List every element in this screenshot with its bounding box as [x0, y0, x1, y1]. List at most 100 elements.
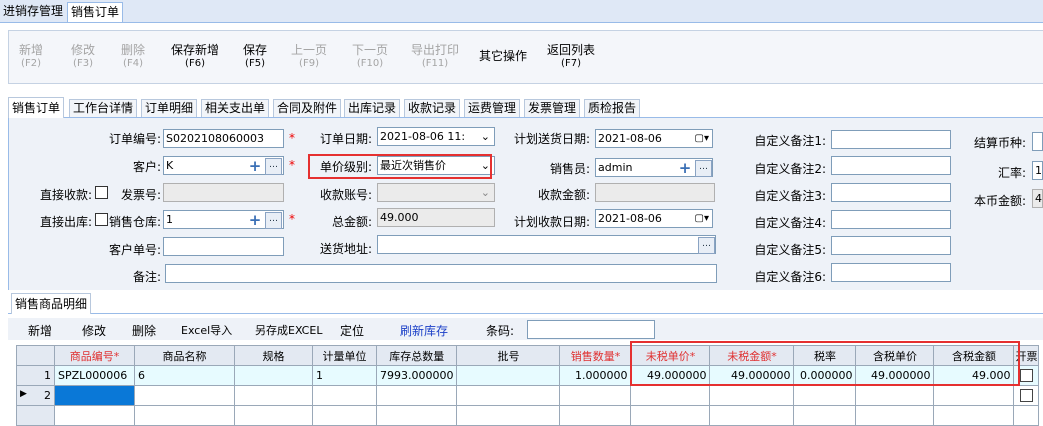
cell-spec[interactable] — [234, 385, 313, 406]
browse-warehouse-icon[interactable]: … — [265, 212, 282, 229]
header-code[interactable]: 商品编号* — [54, 345, 135, 366]
invoice-checkbox[interactable] — [1019, 369, 1033, 382]
cell-code[interactable] — [54, 385, 135, 406]
tab-sales-order[interactable]: 销售订单 — [67, 2, 124, 22]
tab-invoice[interactable]: 发票管理 — [524, 99, 581, 117]
tab-receipts[interactable]: 收款记录 — [404, 99, 461, 117]
add-warehouse-icon[interactable]: + — [248, 212, 262, 228]
browse-address-icon[interactable]: … — [698, 237, 715, 254]
save-button[interactable]: 保存 (F5) — [243, 43, 267, 71]
cell-batch[interactable] — [456, 365, 561, 386]
cell-tax-amount[interactable] — [933, 385, 1015, 406]
header-name[interactable]: 商品名称 — [134, 345, 235, 366]
grid-edit-button[interactable]: 修改 — [82, 322, 106, 339]
rate-input[interactable]: 1. — [1032, 161, 1043, 180]
cell-code[interactable]: SPZL000006 — [54, 365, 135, 386]
tab-contract[interactable]: 合同及附件 — [273, 99, 342, 117]
cell-batch[interactable] — [456, 385, 561, 406]
add-customer-icon[interactable]: + — [248, 158, 262, 174]
add-salesman-icon[interactable]: + — [678, 160, 692, 176]
cell-stock[interactable] — [375, 385, 458, 406]
header-batch[interactable]: 批号 — [456, 345, 561, 366]
tab-workbench[interactable]: 工作台详情 — [69, 99, 138, 117]
save-and-new-button[interactable]: 保存新增 (F6) — [171, 43, 219, 71]
current-row-icon: ▶ — [20, 389, 27, 399]
cell-tax[interactable] — [793, 385, 857, 406]
grid-add-button[interactable]: 新增 — [28, 322, 52, 339]
tab-outbound[interactable]: 出库记录 — [344, 99, 401, 117]
other-actions-button[interactable]: 其它操作 — [479, 49, 527, 63]
order-date-label: 订单日期: — [319, 132, 372, 146]
edit-button[interactable]: 修改 (F3) — [71, 43, 95, 71]
cell-spec[interactable] — [234, 365, 313, 386]
chevron-down-icon[interactable]: ⌄ — [481, 128, 490, 145]
tab-freight[interactable]: 运费管理 — [464, 99, 521, 117]
refresh-stock-button[interactable]: 刷新库存 — [400, 322, 448, 339]
address-input[interactable] — [377, 235, 716, 254]
order-date-input[interactable]: 2021-08-06 11: ⌄ — [377, 127, 495, 146]
chevron-down-icon[interactable]: ⌄ — [481, 184, 490, 201]
barcode-input[interactable] — [527, 320, 655, 339]
currency-input[interactable] — [1032, 132, 1043, 151]
plan-receive-date-input[interactable]: 2021-08-06 ▢▾ — [595, 209, 713, 228]
cell-unit[interactable]: 1 — [312, 365, 377, 386]
export-print-button[interactable]: 导出打印 (F11) — [411, 43, 459, 71]
blank-cell — [312, 405, 377, 426]
back-to-list-button[interactable]: 返回列表 (F7) — [547, 43, 595, 71]
grid-header-corner — [16, 345, 55, 366]
order-no-input[interactable]: S0202108060003 — [163, 129, 284, 148]
excel-import-button[interactable]: Excel导入 — [181, 322, 232, 338]
plan-ship-date-input[interactable]: 2021-08-06 ▢▾ — [595, 129, 713, 148]
custom-remark-1-input[interactable] — [831, 130, 951, 149]
save-excel-button[interactable]: 另存成EXCEL — [255, 322, 322, 338]
blank-cell — [234, 405, 313, 426]
direct-out-checkbox[interactable] — [95, 213, 108, 226]
header-unit[interactable]: 计量单位 — [312, 345, 377, 366]
receive-amount-input[interactable] — [595, 183, 715, 202]
local-amount-input[interactable]: 49 — [1032, 189, 1043, 208]
header-qty[interactable]: 销售数量* — [559, 345, 632, 366]
tab-order-detail[interactable]: 订单明细 — [141, 99, 198, 117]
tab-quality[interactable]: 质检报告 — [584, 99, 641, 117]
cell-name[interactable] — [134, 385, 235, 406]
cell-tax-price[interactable] — [855, 385, 935, 406]
customer-order-input[interactable] — [163, 237, 284, 256]
tab-related-expense[interactable]: 相关支出单 — [201, 99, 270, 117]
invoice-checkbox[interactable] — [1019, 389, 1033, 402]
locate-button[interactable]: 定位 — [340, 322, 364, 339]
cell-invoice[interactable] — [1013, 385, 1040, 406]
add-button[interactable]: 新增 (F2) — [19, 43, 43, 71]
cell-name[interactable]: 6 — [134, 365, 235, 386]
tab-sales-goods-detail[interactable]: 销售商品明细 — [11, 293, 92, 314]
prev-page-button[interactable]: 上一页 (F9) — [291, 43, 327, 71]
cell-price[interactable] — [630, 385, 711, 406]
custom-remark-2-input[interactable] — [831, 156, 951, 175]
cell-stock[interactable]: 7993.000000 — [375, 365, 458, 386]
custom-remark-3-input[interactable] — [831, 183, 951, 202]
delete-button[interactable]: 删除 (F4) — [121, 43, 145, 71]
tab-inventory-management[interactable]: 进销存管理 — [0, 2, 66, 21]
direct-receive-checkbox[interactable] — [95, 186, 108, 199]
cell-unit[interactable] — [312, 385, 377, 406]
cell-qty[interactable]: 1.000000 — [559, 365, 632, 386]
remark-input[interactable] — [165, 264, 717, 283]
table-row[interactable]: ▶ 2 — [16, 385, 1040, 406]
tab-order[interactable]: 销售订单 — [8, 97, 65, 118]
calendar-icon[interactable]: ▢▾ — [695, 130, 709, 147]
header-stock[interactable]: 库存总数量 — [375, 345, 458, 366]
cell-amount[interactable] — [709, 385, 795, 406]
custom-remark-5-input[interactable] — [831, 236, 951, 255]
calendar-icon[interactable]: ▢▾ — [695, 210, 709, 227]
browse-salesman-icon[interactable]: … — [695, 160, 712, 177]
browse-customer-icon[interactable]: … — [265, 158, 282, 175]
highlight-price-columns — [630, 341, 1020, 386]
cell-qty[interactable] — [559, 385, 632, 406]
header-spec[interactable]: 规格 — [234, 345, 313, 366]
invoice-no-input[interactable] — [163, 183, 284, 202]
account-select[interactable]: ⌄ — [377, 183, 495, 202]
custom-remark-4-input[interactable] — [831, 210, 951, 229]
invoice-no-label: 发票号: — [120, 188, 161, 202]
custom-remark-6-input[interactable] — [831, 263, 951, 282]
grid-delete-button[interactable]: 删除 — [132, 322, 156, 339]
next-page-button[interactable]: 下一页 (F10) — [352, 43, 388, 71]
